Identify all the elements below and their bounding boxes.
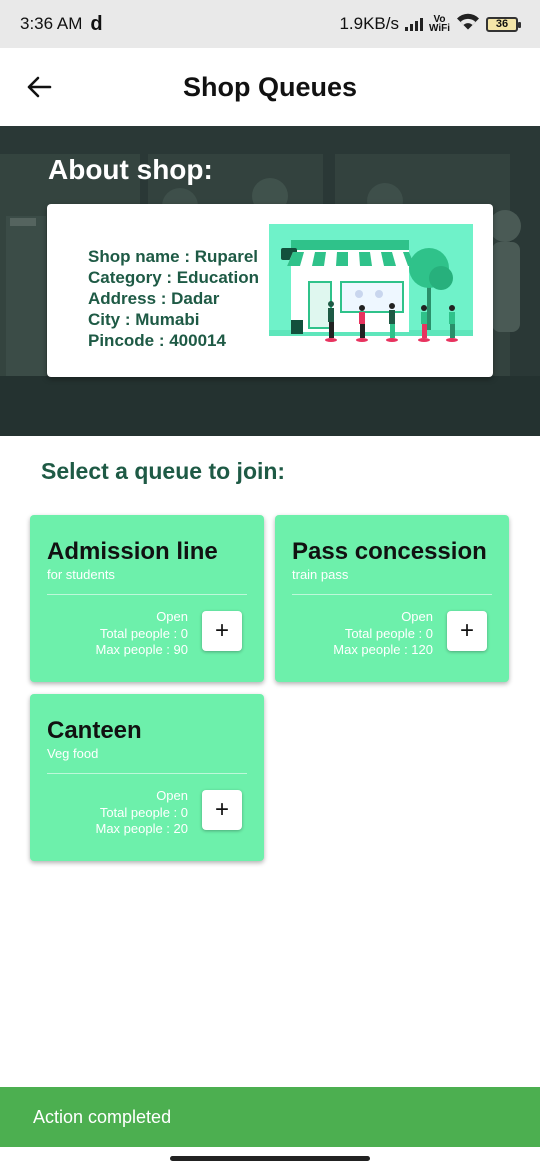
queue-stats: Open Total people : 0 Max people : 120 bbox=[333, 609, 433, 659]
queue-description: Veg food bbox=[47, 746, 99, 761]
join-queue-button[interactable]: + bbox=[202, 611, 242, 651]
volte-badge: Vo WiFi bbox=[428, 15, 450, 34]
queue-total-people: Total people : 0 bbox=[99, 804, 188, 820]
queue-max-people: Max people : 90 bbox=[95, 642, 188, 657]
shop-details: Shop name : Ruparel Category : Education… bbox=[88, 246, 259, 351]
back-button[interactable] bbox=[22, 70, 56, 104]
app-bar: Shop Queues bbox=[0, 48, 540, 126]
volte-bottom: WiFi bbox=[428, 23, 450, 34]
page-title: Shop Queues bbox=[182, 71, 358, 102]
queue-divider bbox=[47, 594, 247, 595]
shop-address: Address : Dadar bbox=[88, 289, 220, 308]
shop-info-card: Shop name : Ruparel Category : Education… bbox=[47, 204, 493, 377]
queue-name: Pass concession bbox=[292, 538, 487, 565]
queue-max-people: Max people : 120 bbox=[333, 642, 433, 657]
queue-description: for students bbox=[47, 567, 115, 582]
shop-city: City : Mumabi bbox=[88, 310, 200, 329]
gesture-nav-bar[interactable] bbox=[170, 1156, 370, 1161]
queue-status: Open bbox=[156, 609, 188, 624]
signal-icon bbox=[404, 17, 423, 31]
queue-status: Open bbox=[401, 609, 433, 624]
join-queue-button[interactable]: + bbox=[202, 790, 242, 830]
queue-card-admission: Admission line for students Open Total p… bbox=[30, 515, 264, 682]
snackbar-message: Action completed bbox=[33, 1106, 172, 1127]
net-speed: 1.9KB/s bbox=[339, 14, 399, 33]
arrow-left-icon bbox=[27, 76, 52, 98]
status-right: 1.9KB/s Vo WiFi 36 bbox=[339, 13, 521, 36]
queue-divider bbox=[47, 773, 247, 774]
queue-name: Admission line bbox=[47, 538, 218, 565]
queue-stats: Open Total people : 0 Max people : 90 bbox=[95, 609, 188, 659]
queue-stats: Open Total people : 0 Max people : 20 bbox=[95, 788, 188, 838]
about-title: About shop: bbox=[48, 154, 213, 185]
shop-pincode: Pincode : 400014 bbox=[88, 331, 226, 350]
queue-description: train pass bbox=[292, 567, 349, 582]
shop-name: Shop name : Ruparel bbox=[88, 247, 259, 266]
shop-category: Category : Education bbox=[88, 268, 259, 287]
status-bar: 3:36 AM d 1.9KB/s Vo WiFi 36 bbox=[0, 0, 540, 48]
battery-icon: 36 bbox=[486, 16, 521, 32]
queue-card-pass-concession: Pass concession train pass Open Total pe… bbox=[275, 515, 509, 682]
snackbar: Action completed bbox=[0, 1087, 540, 1147]
status-time: 3:36 AM bbox=[20, 14, 83, 33]
queue-name: Canteen bbox=[47, 717, 142, 744]
select-queue-title: Select a queue to join: bbox=[41, 458, 286, 484]
queue-total-people: Total people : 0 bbox=[344, 625, 433, 641]
shop-hero: About shop: Shop name : Ruparel Category… bbox=[0, 126, 540, 436]
wifi-icon bbox=[456, 13, 480, 36]
carrier-glyph: d bbox=[90, 12, 103, 35]
queue-max-people: Max people : 20 bbox=[95, 821, 188, 836]
join-queue-button[interactable]: + bbox=[447, 611, 487, 651]
queue-card-canteen: Canteen Veg food Open Total people : 0 M… bbox=[30, 694, 264, 861]
queue-total-people: Total people : 0 bbox=[99, 625, 188, 641]
shop-illustration bbox=[269, 224, 473, 342]
queue-divider bbox=[292, 594, 492, 595]
status-left: 3:36 AM d bbox=[20, 13, 103, 36]
queue-status: Open bbox=[156, 788, 188, 803]
